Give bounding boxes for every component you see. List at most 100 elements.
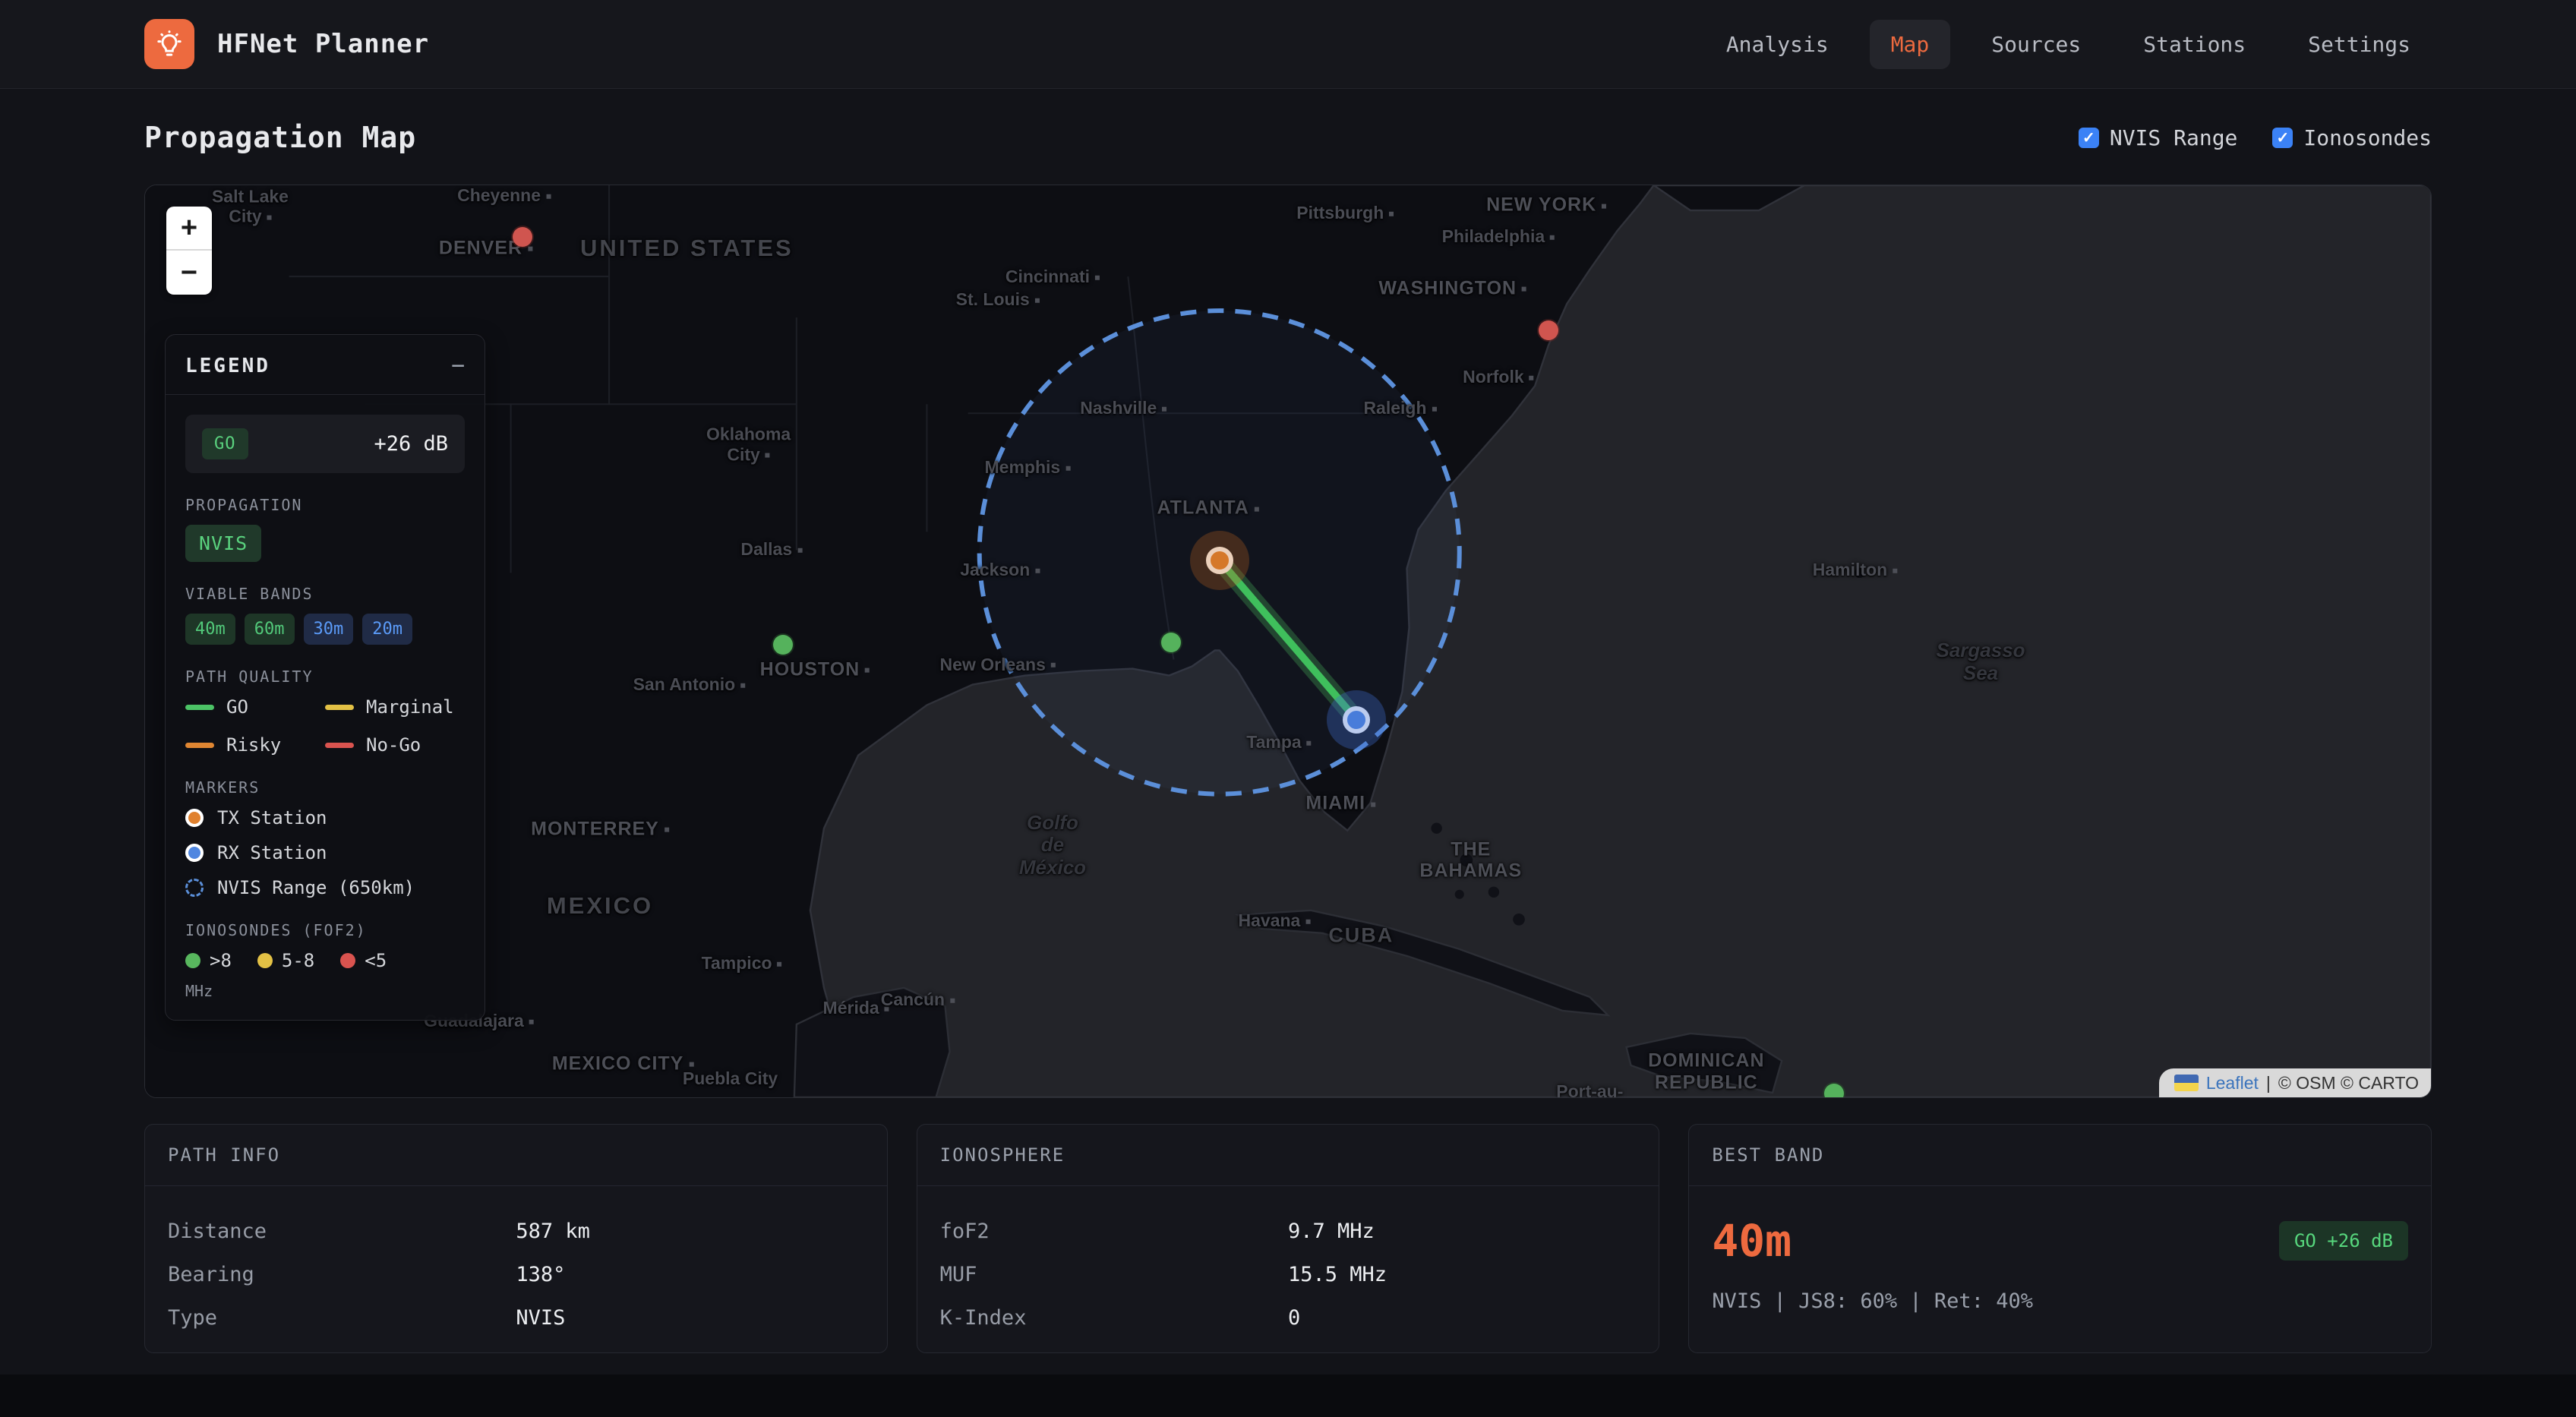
legend-summary: GO +26 dB [185, 415, 465, 473]
layer-toggles: NVIS Range Ionosondes [2079, 125, 2432, 150]
propagation-map[interactable]: Salt Lake CityCheyenneDENVERUNITED STATE… [144, 185, 2432, 1098]
nav-item-stations[interactable]: Stations [2122, 20, 2267, 69]
fof2-high-dot-icon [185, 953, 200, 968]
viable-bands: 40m 60m 30m 20m [185, 614, 465, 645]
table-row: Distance 587 km [168, 1220, 864, 1243]
nav-item-sources[interactable]: Sources [1970, 20, 2102, 69]
tx-station-icon [185, 809, 204, 827]
ionosonde-dot[interactable] [1161, 633, 1181, 652]
nvis-range-checkbox[interactable] [2079, 128, 2099, 148]
row-value: 0 [1288, 1306, 1636, 1330]
legend-panel: LEGEND − GO +26 dB PROPAGATION NVIS VIAB… [165, 334, 485, 1021]
best-band-value: 40m [1712, 1215, 1792, 1267]
leaflet-link[interactable]: Leaflet [2206, 1073, 2259, 1094]
legend-collapse-button[interactable]: − [451, 355, 465, 377]
band-badge-20m: 20m [362, 614, 412, 645]
marker-label: NVIS Range (650km) [217, 877, 415, 898]
fof2-label: >8 [210, 950, 232, 971]
ionosphere-card: IONOSPHERE foF2 9.7 MHz MUF 15.5 MHz K-I… [917, 1124, 1660, 1353]
ionosonde-dot[interactable] [1539, 320, 1558, 340]
legend-title: LEGEND [185, 355, 270, 377]
ionosonde-dot[interactable] [1824, 1084, 1844, 1098]
lightbulb-logo-icon [144, 19, 194, 69]
row-value: 9.7 MHz [1288, 1220, 1636, 1243]
markers-legend: TX Station RX Station NVIS Range (650km) [185, 807, 465, 898]
fof2-label: 5-8 [282, 950, 314, 971]
row-label: Distance [168, 1220, 516, 1243]
best-band-card: BEST BAND 40m GO +26 dB NVIS | JS8: 60% … [1688, 1124, 2432, 1353]
attribution-separator: | [2266, 1073, 2271, 1094]
fof2-mid-dot-icon [257, 953, 273, 968]
zoom-in-button[interactable]: + [166, 207, 212, 251]
nav-item-map[interactable]: Map [1870, 20, 1951, 69]
table-row: Bearing 138° [168, 1263, 864, 1286]
row-label: foF2 [940, 1220, 1288, 1243]
toggle-nvis-range[interactable]: NVIS Range [2079, 125, 2238, 150]
ionosonde-dot[interactable] [773, 635, 793, 655]
band-badge-40m: 40m [185, 614, 235, 645]
app-title: HFNet Planner [217, 29, 429, 59]
section-label: PATH QUALITY [185, 667, 465, 686]
fof2-unit: MHz [185, 982, 465, 1000]
path-quality-legend: GO Marginal Risky No-Go [185, 696, 465, 756]
marker-label: TX Station [217, 807, 327, 828]
ionosonde-dots [145, 185, 2431, 1097]
ionosondes-checkbox[interactable] [2272, 128, 2293, 148]
go-line-icon [185, 705, 214, 710]
rx-station-icon [185, 844, 204, 862]
ukraine-flag-icon [2174, 1075, 2199, 1091]
risky-line-icon [185, 743, 214, 748]
nav-item-analysis[interactable]: Analysis [1705, 20, 1850, 69]
map-attribution: Leaflet | © OSM © CARTO [2159, 1068, 2431, 1097]
card-title: IONOSPHERE [917, 1125, 1659, 1186]
fof2-low-dot-icon [340, 953, 355, 968]
row-value: NVIS [516, 1306, 863, 1330]
nvis-badge: NVIS [185, 525, 261, 562]
toggle-label: Ionosondes [2303, 125, 2432, 150]
card-title: PATH INFO [145, 1125, 887, 1186]
nav-menu: Analysis Map Sources Stations Settings [1705, 20, 2432, 69]
table-row: foF2 9.7 MHz [940, 1220, 1637, 1243]
brand: HFNet Planner [144, 19, 429, 69]
toggle-ionosondes[interactable]: Ionosondes [2272, 125, 2432, 150]
band-badge-60m: 60m [245, 614, 295, 645]
row-label: Type [168, 1306, 516, 1330]
rx-station-marker[interactable] [1343, 706, 1370, 734]
nogo-line-icon [325, 743, 354, 748]
table-row: Type NVIS [168, 1306, 864, 1330]
card-title: BEST BAND [1689, 1125, 2431, 1186]
zoom-out-button[interactable]: − [166, 251, 212, 295]
tx-station-marker[interactable] [1206, 547, 1233, 574]
section-label: IONOSONDES (FOF2) [185, 921, 465, 939]
row-value: 15.5 MHz [1288, 1263, 1636, 1286]
ionosonde-dot[interactable] [513, 227, 532, 247]
ionosondes-legend: >8 5-8 <5 [185, 950, 465, 971]
path-info-card: PATH INFO Distance 587 km Bearing 138° T… [144, 1124, 888, 1353]
row-label: K-Index [940, 1306, 1288, 1330]
quality-label: GO [226, 696, 248, 718]
page-title: Propagation Map [144, 121, 416, 154]
best-band-badge: GO +26 dB [2279, 1221, 2408, 1261]
table-row: MUF 15.5 MHz [940, 1263, 1637, 1286]
section-label: PROPAGATION [185, 496, 465, 514]
attribution-text: © OSM © CARTO [2278, 1073, 2419, 1094]
page-header: Propagation Map NVIS Range Ionosondes [144, 121, 2432, 154]
map-zoom-control: + − [166, 207, 212, 295]
snr-value: +26 dB [374, 432, 448, 456]
nav-item-settings[interactable]: Settings [2287, 20, 2432, 69]
fof2-label: <5 [365, 950, 387, 971]
content: Propagation Map NVIS Range Ionosondes [0, 121, 2576, 1353]
quality-label: No-Go [366, 734, 421, 756]
section-label: MARKERS [185, 778, 465, 797]
section-label: VIABLE BANDS [185, 585, 465, 603]
row-value: 138° [516, 1263, 863, 1286]
quality-label: Risky [226, 734, 281, 756]
band-badge-30m: 30m [304, 614, 354, 645]
quality-label: Marginal [366, 696, 454, 718]
row-label: MUF [940, 1263, 1288, 1286]
toggle-label: NVIS Range [2110, 125, 2238, 150]
best-band-subtitle: NVIS | JS8: 60% | Ret: 40% [1712, 1289, 2408, 1313]
table-row: K-Index 0 [940, 1306, 1637, 1330]
app-root: HFNet Planner Analysis Map Sources Stati… [0, 0, 2576, 1417]
go-badge: GO [202, 428, 248, 459]
